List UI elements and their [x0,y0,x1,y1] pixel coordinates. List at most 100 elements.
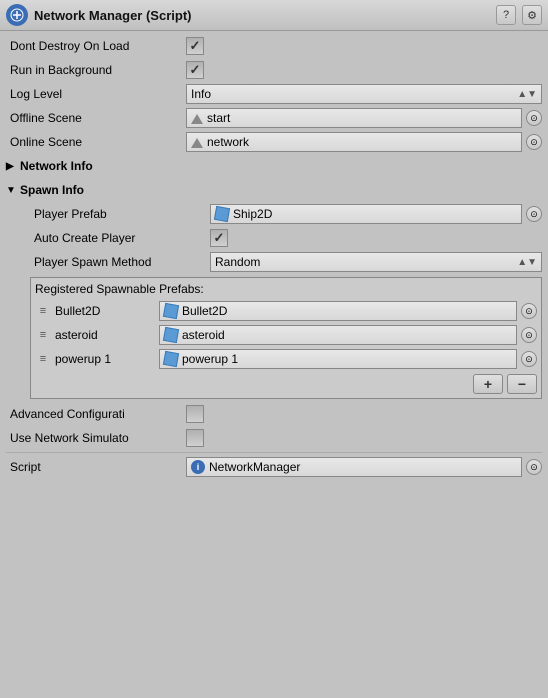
spawn-method-arrow-icon: ▲▼ [517,257,537,268]
log-level-label: Log Level [6,87,186,101]
offline-scene-text: start [207,111,230,125]
offline-scene-value: start ⊙ [186,108,542,128]
spawn-info-section[interactable]: ▼ Spawn Info [6,179,542,201]
online-scene-field[interactable]: network [186,132,522,152]
auto-create-player-checkbox[interactable] [210,229,228,247]
player-prefab-value: Ship2D ⊙ [210,204,542,224]
spawnable-name-0: Bullet2D [55,304,155,318]
spawnable-value-1: asteroid [182,328,225,342]
player-spawn-method-value: Random ▲▼ [210,252,542,272]
player-prefab-row: Player Prefab Ship2D ⊙ [30,203,542,225]
help-button[interactable]: ? [496,5,516,25]
spawn-info-triangle-icon: ▼ [6,185,18,196]
advanced-config-value [186,405,542,423]
script-label: Script [6,460,186,474]
network-info-label: Network Info [20,159,93,173]
remove-spawnable-button[interactable]: − [507,374,537,394]
player-spawn-method-row: Player Spawn Method Random ▲▼ [30,251,542,273]
use-network-sim-row: Use Network Simulato [6,427,542,449]
script-icon: i [191,460,205,474]
online-scene-label: Online Scene [6,135,186,149]
offline-scene-row: Offline Scene start ⊙ [6,107,542,129]
spawnable-target-button-1[interactable]: ⊙ [521,327,537,343]
spawnable-item-0: ≡ Bullet2D Bullet2D ⊙ [35,300,537,322]
prefab-icon [214,206,230,222]
advanced-config-checkbox[interactable] [186,405,204,423]
online-scene-row: Online Scene network ⊙ [6,131,542,153]
advanced-config-row: Advanced Configurati [6,403,542,425]
auto-create-player-row: Auto Create Player [30,227,542,249]
player-spawn-method-text: Random [215,255,260,269]
log-level-value: Info ▲▼ [186,84,542,104]
spawnable-field-2[interactable]: powerup 1 [159,349,517,369]
online-scene-icon [191,138,203,148]
spawnable-prefab-icon-0 [163,303,179,319]
spawn-info-content: Player Prefab Ship2D ⊙ Auto Create Playe… [6,203,542,399]
component-icon [6,4,28,26]
spawnable-name-1: asteroid [55,328,155,342]
spawnable-prefab-icon-1 [163,327,179,343]
spawnable-item-1: ≡ asteroid asteroid ⊙ [35,324,537,346]
spawnable-buttons: + − [35,374,537,394]
script-divider [6,452,542,453]
spawnable-item-2: ≡ powerup 1 powerup 1 ⊙ [35,348,537,370]
script-text: NetworkManager [209,460,300,474]
player-spawn-method-dropdown[interactable]: Random ▲▼ [210,252,542,272]
player-prefab-label: Player Prefab [30,207,210,221]
run-in-background-value [186,61,542,79]
inspector-header: Network Manager (Script) ? ⚙ [0,0,548,31]
network-info-section[interactable]: ▶ Network Info [6,155,542,177]
spawnable-prefab-icon-2 [163,351,179,367]
run-in-background-checkbox[interactable] [186,61,204,79]
log-level-arrow-icon: ▲▼ [517,89,537,100]
dont-destroy-checkbox[interactable] [186,37,204,55]
spawn-info-label: Spawn Info [20,183,84,197]
settings-button[interactable]: ⚙ [522,5,542,25]
drag-handle-icon-0[interactable]: ≡ [35,305,51,317]
script-value: i NetworkManager ⊙ [186,457,542,477]
auto-create-player-label: Auto Create Player [30,231,210,245]
script-row: Script i NetworkManager ⊙ [6,456,542,478]
spawnable-target-button-2[interactable]: ⊙ [521,351,537,367]
online-scene-text: network [207,135,249,149]
script-target-button[interactable]: ⊙ [526,459,542,475]
scene-icon [191,114,203,124]
use-network-sim-value [186,429,542,447]
use-network-sim-label: Use Network Simulato [6,431,186,445]
player-spawn-method-label: Player Spawn Method [30,255,210,269]
offline-scene-field[interactable]: start [186,108,522,128]
online-scene-target-button[interactable]: ⊙ [526,134,542,150]
spawnable-value-0: Bullet2D [182,304,227,318]
spawnable-target-button-0[interactable]: ⊙ [521,303,537,319]
inspector-title: Network Manager (Script) [34,8,490,23]
log-level-dropdown[interactable]: Info ▲▼ [186,84,542,104]
run-in-background-label: Run in Background [6,63,186,77]
spawnable-field-1[interactable]: asteroid [159,325,517,345]
spawnable-value-2: powerup 1 [182,352,238,366]
spawnable-prefabs-title: Registered Spawnable Prefabs: [35,282,537,296]
dont-destroy-value [186,37,542,55]
spawnable-name-2: powerup 1 [55,352,155,366]
player-prefab-field[interactable]: Ship2D [210,204,522,224]
online-scene-value: network ⊙ [186,132,542,152]
network-info-triangle-icon: ▶ [6,161,18,172]
player-prefab-target-button[interactable]: ⊙ [526,206,542,222]
dont-destroy-row: Dont Destroy On Load [6,35,542,57]
log-level-row: Log Level Info ▲▼ [6,83,542,105]
log-level-dropdown-value: Info [191,87,211,101]
player-prefab-text: Ship2D [233,207,272,221]
offline-scene-label: Offline Scene [6,111,186,125]
spawnable-prefabs-box: Registered Spawnable Prefabs: ≡ Bullet2D… [30,277,542,399]
script-field[interactable]: i NetworkManager [186,457,522,477]
inspector-content: Dont Destroy On Load Run in Background L… [0,31,548,484]
auto-create-player-value [210,229,542,247]
add-spawnable-button[interactable]: + [473,374,503,394]
dont-destroy-label: Dont Destroy On Load [6,39,186,53]
use-network-sim-checkbox[interactable] [186,429,204,447]
drag-handle-icon-1[interactable]: ≡ [35,329,51,341]
offline-scene-target-button[interactable]: ⊙ [526,110,542,126]
drag-handle-icon-2[interactable]: ≡ [35,353,51,365]
run-in-background-row: Run in Background [6,59,542,81]
advanced-config-label: Advanced Configurati [6,407,186,421]
spawnable-field-0[interactable]: Bullet2D [159,301,517,321]
